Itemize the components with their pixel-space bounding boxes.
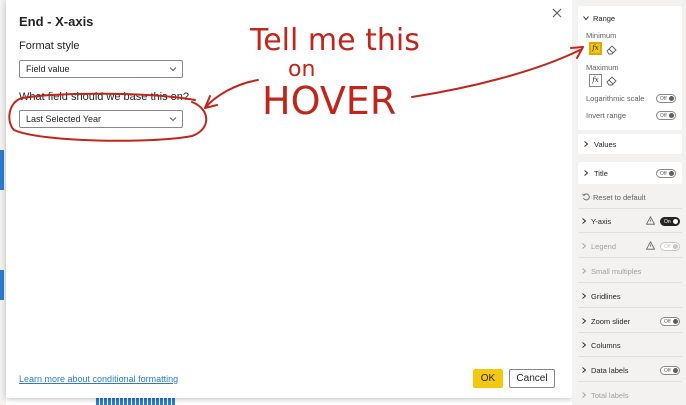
minimum-label: Minimum — [586, 31, 617, 40]
maximum-fx-button[interactable]: fx — [589, 74, 602, 87]
chevron-right-icon[interactable] — [581, 243, 587, 249]
title-card[interactable]: Title Off — [578, 162, 682, 184]
format-style-value: Field value — [26, 64, 70, 74]
zoom-slider-toggle[interactable]: Off — [660, 317, 680, 326]
log-scale-label: Logarithmic scale — [586, 94, 645, 103]
reset-default-link[interactable]: Reset to default — [593, 193, 646, 202]
eraser-icon[interactable] — [605, 74, 618, 87]
toggle-knob — [673, 319, 678, 324]
toggle-knob — [669, 171, 674, 176]
divider — [578, 381, 682, 382]
dialog-title: End - X-axis — [19, 14, 94, 29]
canvas-visual-bar — [0, 270, 4, 300]
log-scale-toggle[interactable]: Off — [656, 94, 676, 103]
chevron-right-icon[interactable] — [581, 367, 587, 373]
divider — [578, 332, 682, 333]
toggle-state: Off — [660, 113, 667, 119]
chevron-right-icon[interactable] — [581, 268, 587, 274]
chevron-right-icon[interactable] — [581, 293, 587, 299]
divider — [578, 208, 682, 209]
toggle-knob — [673, 368, 678, 373]
divider — [578, 232, 682, 233]
invert-range-label: Invert range — [586, 111, 627, 120]
values-label: Values — [594, 140, 617, 149]
maximum-label: Maximum — [586, 63, 619, 72]
chevron-right-icon — [584, 170, 589, 176]
data-labels-label: Data labels — [591, 366, 629, 375]
chevron-right-icon[interactable] — [581, 218, 587, 224]
warning-icon — [646, 241, 655, 250]
base-field-dropdown[interactable]: Last Selected Year — [19, 110, 183, 128]
values-card[interactable]: Values — [578, 134, 682, 154]
divider — [578, 307, 682, 308]
chevron-right-icon[interactable] — [581, 392, 587, 398]
total-labels-label: Total labels — [591, 391, 629, 400]
cancel-button[interactable]: Cancel — [509, 369, 555, 388]
range-label: Range — [593, 14, 616, 23]
data-labels-toggle[interactable]: Off — [660, 366, 680, 375]
gridlines-label: Gridlines — [591, 292, 621, 301]
chevron-right-icon[interactable] — [581, 318, 587, 324]
invert-range-toggle[interactable]: Off — [656, 111, 676, 120]
title-label: Title — [594, 169, 608, 178]
zoom-slider-label: Zoom slider — [591, 317, 631, 326]
format-style-dropdown[interactable]: Field value — [19, 60, 183, 78]
toggle-knob — [673, 219, 678, 224]
conditional-format-dialog: End - X-axis Format style Field value Wh… — [6, 0, 572, 398]
chevron-down-icon — [169, 67, 177, 72]
base-field-label: What field should we base this on? — [19, 91, 189, 103]
yaxis-label: Y-axis — [591, 217, 612, 226]
range-card: Range Minimum fx Maximum fx Logarithmic … — [578, 6, 682, 130]
toggle-knob — [669, 96, 674, 101]
divider — [578, 356, 682, 357]
title-toggle[interactable]: Off — [656, 169, 676, 178]
warning-icon — [646, 216, 655, 225]
toggle-state: Off — [664, 244, 671, 250]
chevron-right-icon[interactable] — [581, 342, 587, 348]
reset-icon[interactable] — [582, 193, 590, 201]
legend-label: Legend — [591, 242, 617, 251]
canvas-visual-bar — [0, 150, 4, 190]
chevron-right-icon — [584, 141, 589, 147]
divider — [578, 282, 682, 283]
divider — [578, 257, 682, 258]
learn-more-link[interactable]: Learn more about conditional formatting — [19, 374, 178, 384]
minimum-fx-button[interactable]: fx — [589, 42, 602, 55]
small-multiples-label: Small multiples — [591, 267, 642, 276]
toggle-state: Off — [660, 171, 667, 177]
format-pane: Range Minimum fx Maximum fx Logarithmic … — [572, 0, 686, 405]
eraser-icon[interactable] — [605, 43, 618, 56]
chevron-down-icon[interactable] — [583, 15, 589, 21]
toggle-knob — [669, 113, 674, 118]
yaxis-toggle[interactable]: On — [660, 217, 680, 226]
chevron-down-icon — [169, 117, 177, 122]
base-field-value: Last Selected Year — [26, 114, 102, 124]
toggle-state: Off — [660, 96, 667, 102]
format-style-label: Format style — [19, 40, 80, 52]
toggle-state: Off — [664, 319, 671, 325]
columns-label: Columns — [591, 341, 621, 350]
toggle-state: Off — [664, 368, 671, 374]
toggle-knob — [673, 244, 678, 249]
legend-toggle[interactable]: Off — [660, 242, 680, 251]
close-icon[interactable] — [550, 6, 564, 20]
ok-button[interactable]: OK — [473, 369, 503, 388]
toggle-state: On — [664, 219, 671, 225]
